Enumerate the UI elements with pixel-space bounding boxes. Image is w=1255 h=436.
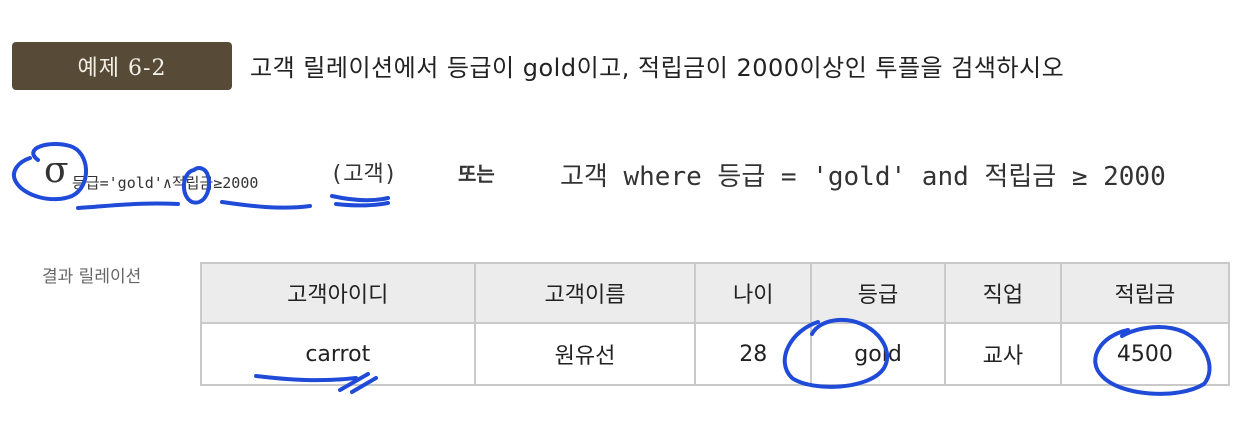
result-table: 고객아이디 고객이름 나이 등급 직업 적립금 carrot 원유선 28 go… <box>200 262 1231 386</box>
result-relation-label: 결과 릴레이션 <box>42 267 142 287</box>
column-header-age: 나이 <box>694 262 813 324</box>
relation-argument: (고객) <box>330 162 397 187</box>
cell-job: 교사 <box>944 322 1062 386</box>
column-header-job: 직업 <box>944 262 1062 324</box>
selection-predicate: 등급='gold'∧적립금≥2000 <box>72 174 259 192</box>
cell-age: 28 <box>694 322 813 386</box>
sigma-symbol: σ <box>44 150 69 191</box>
cell-customer-name: 원유선 <box>473 322 697 386</box>
table-header-row: 고객아이디 고객이름 나이 등급 직업 적립금 <box>200 262 1231 324</box>
example-badge-label: 예제 6-2 <box>77 56 167 81</box>
cell-grade: gold <box>810 322 947 386</box>
table-row: carrot 원유선 28 gold 교사 4500 <box>200 322 1231 386</box>
selection-formula: σ 등급='gold'∧적립금≥2000 (고객) 또는 고객 where 등급… <box>20 150 1240 210</box>
sql-expression: 고객 where 등급 = 'gold' and 적립금 ≥ 2000 <box>560 162 1166 192</box>
or-word: 또는 <box>458 162 495 186</box>
example-badge: 예제 6-2 <box>12 42 232 90</box>
column-header-points: 적립금 <box>1059 262 1231 324</box>
question-text: 고객 릴레이션에서 등급이 gold이고, 적립금이 2000이상인 투플을 검… <box>250 54 1065 82</box>
column-header-grade: 등급 <box>810 262 947 324</box>
cell-points: 4500 <box>1059 322 1231 386</box>
column-header-customer-id: 고객아이디 <box>200 262 476 324</box>
column-header-customer-name: 고객이름 <box>473 262 697 324</box>
cell-customer-id: carrot <box>200 322 476 386</box>
